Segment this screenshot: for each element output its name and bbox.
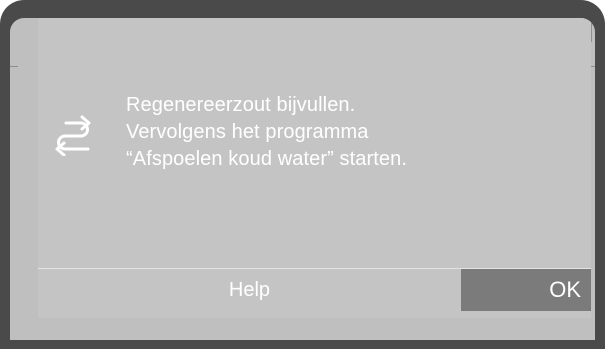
display-screen: Regenereerzout bijvullen. Vervolgens het… [10, 18, 595, 340]
screen-bottom-strip [10, 318, 595, 340]
dialog-panel: Regenereerzout bijvullen. Vervolgens het… [38, 18, 591, 318]
bezel-guide-line [591, 18, 592, 42]
message-line-3: “Afspoelen koud water” starten. [126, 148, 408, 170]
message-line-2: Vervolgens het programma [126, 121, 369, 143]
dialog-message: Regenereerzout bijvullen. Vervolgens het… [126, 92, 576, 173]
ok-button[interactable]: OK [461, 269, 591, 311]
help-button[interactable]: Help [38, 269, 461, 311]
device-display-frame: Regenereerzout bijvullen. Vervolgens het… [0, 0, 605, 349]
swap-arrows-icon [55, 115, 91, 156]
softkey-bar: Help OK [38, 269, 591, 311]
bezel-guide-line [10, 66, 18, 67]
message-line-1: Regenereerzout bijvullen. [126, 94, 356, 116]
message-area: Regenereerzout bijvullen. Vervolgens het… [38, 18, 591, 268]
